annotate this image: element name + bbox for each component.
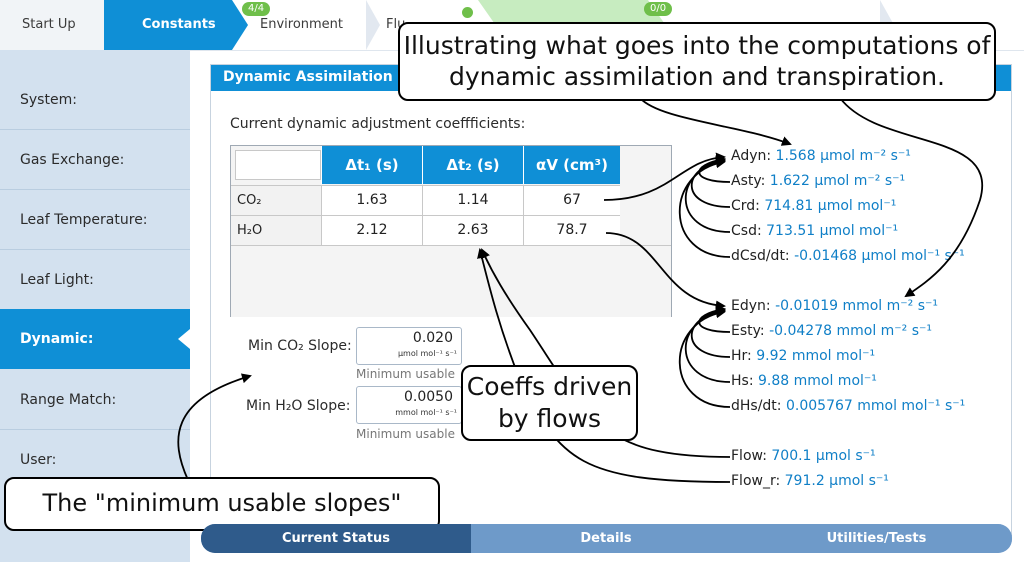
arrow-hs-to-edyn: [684, 307, 731, 383]
arrow-callout-to-edyn: [839, 97, 984, 298]
arrow-to-min-slopes: [177, 373, 252, 481]
tab-utilities-tests[interactable]: Utilities/Tests: [741, 524, 1012, 553]
bottom-tabs: Current Status Details Utilities/Tests: [201, 524, 1012, 553]
callout-flows-line1: Coeffs driven: [466, 372, 633, 401]
tab-current-status[interactable]: Current Status: [201, 524, 471, 553]
arrow-h2o-to-edyn: [605, 232, 726, 311]
callout-flows-line2: by flows: [497, 404, 602, 433]
arrow-csd-to-adyn: [684, 157, 731, 233]
callout-min-slopes-text: The "minimum usable slopes": [42, 489, 402, 517]
callout-computations-line1: Illustrating what goes into the computat…: [403, 31, 991, 60]
tab-details[interactable]: Details: [471, 524, 741, 553]
callout-flows: Coeffs driven by flows: [461, 365, 638, 441]
callout-computations: Illustrating what goes into the computat…: [398, 22, 996, 101]
callout-min-slopes: The "minimum usable slopes": [4, 477, 440, 531]
arrow-callout-to-adyn: [639, 97, 792, 146]
arrow-hr-to-edyn: [690, 306, 731, 358]
arrow-crd-to-adyn: [690, 156, 731, 208]
callout-computations-line2: dynamic assimilation and transpiration.: [448, 62, 946, 91]
